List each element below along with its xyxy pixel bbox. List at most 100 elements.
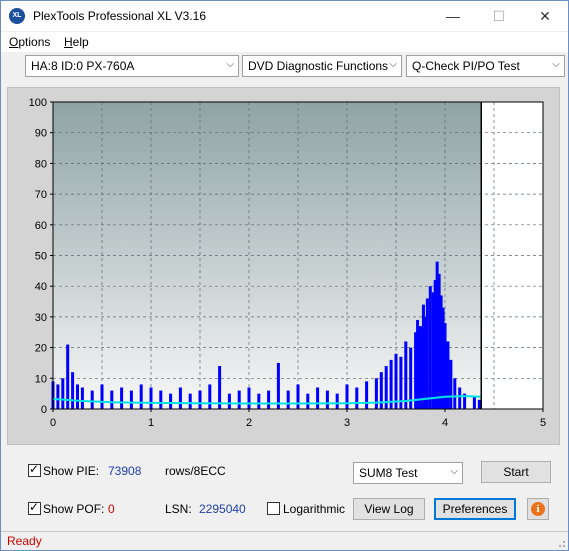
title-bar: XL PlexTools Professional XL V3.16 — ☐ ✕ [1,1,568,31]
pie-bar [178,387,182,409]
toolbar: HA:8 ID:0 PX-760A ⌵ DVD Diagnostic Funct… [1,52,568,81]
show-pie-checkbox[interactable] [28,462,41,477]
pie-bar [257,393,261,409]
pie-bar [267,390,271,409]
window-title: PlexTools Professional XL V3.16 [33,9,206,23]
pie-bar [306,393,310,409]
pie-bar [379,372,383,409]
close-button[interactable]: ✕ [522,1,568,31]
pie-bar [355,387,359,409]
sum-test-select[interactable]: SUM8 Test ⌵ [353,462,463,484]
pie-bar [188,393,192,409]
x-tick-label: 3 [344,417,350,429]
y-tick-label: 20 [35,343,47,355]
y-tick-label: 50 [35,251,47,263]
y-tick-label: 70 [35,189,47,201]
lsn-label: LSN: [165,502,192,516]
pie-bar [477,399,481,409]
pie-bar [129,390,133,409]
chevron-down-icon: ⌵ [552,59,560,70]
menu-help[interactable]: Help [64,35,89,49]
pie-bar [416,319,420,409]
show-pof-checkbox[interactable] [28,500,41,515]
pie-bar [425,298,429,409]
show-pof-label: Show POF: [43,502,105,516]
function-select[interactable]: DVD Diagnostic Functions ⌵ [242,55,402,77]
app-window: XL PlexTools Professional XL V3.16 — ☐ ✕… [0,0,569,551]
pie-bar [120,387,124,409]
pie-bar [71,372,75,409]
pie-bar [208,384,212,409]
x-tick-label: 5 [540,417,546,429]
test-select[interactable]: Q-Check PI/PO Test ⌵ [406,55,565,77]
chevron-down-icon: ⌵ [226,59,234,70]
pie-bar [449,359,453,409]
x-tick-label: 0 [50,417,56,429]
info-icon: i [531,502,545,516]
chevron-down-icon: ⌵ [450,466,458,477]
info-button[interactable]: i [527,498,549,520]
show-pie-label: Show PIE: [43,464,100,478]
sum-test-value: SUM8 Test [359,466,418,480]
pie-bar [149,387,153,409]
pie-bar [169,393,173,409]
status-bar: Ready [1,531,568,550]
pie-bar [335,393,339,409]
chart-panel: 0 10 20 30 40 50 60 70 80 90 100 0 1 2 3 4 5 [7,87,560,445]
y-tick-label: 40 [35,281,47,293]
pie-bar [90,390,94,409]
lsn-value: 2295040 [199,502,246,516]
y-tick-label: 90 [35,128,47,140]
logarithmic-label: Logarithmic [283,502,346,516]
pie-bar [325,390,329,409]
y-tick-label: 10 [35,373,47,385]
pie-bar [276,362,280,409]
pie-bar [316,387,320,409]
x-tick-label: 4 [442,417,448,429]
pie-bar [404,341,408,409]
pof-value: 0 [108,502,115,516]
pie-bar [110,390,114,409]
minimize-button[interactable]: — [430,1,476,31]
drive-select-value: HA:8 ID:0 PX-760A [31,59,135,73]
function-select-value: DVD Diagnostic Functions [248,59,389,73]
menu-options[interactable]: Options [9,35,50,49]
pie-bar [198,390,202,409]
preferences-button[interactable]: Preferences [434,498,516,520]
pie-value: 73908 [108,464,142,478]
pie-unit: rows/8ECC [165,464,226,478]
menu-bar: Options Help [1,32,568,52]
pie-bar [247,387,251,409]
pie-bar [237,390,241,409]
pie-bar [472,396,476,409]
test-select-value: Q-Check PI/PO Test [412,59,520,73]
pie-bar [139,384,143,409]
pie-bar [286,390,290,409]
y-tick-label: 100 [29,97,47,109]
pie-bar [76,384,79,409]
pie-bar [365,381,369,409]
pie-bar [227,393,231,409]
status-text: Ready [7,534,42,548]
pie-bar [419,326,422,409]
x-tick-label: 1 [148,417,154,429]
pie-bar [374,378,378,409]
resize-grip-icon[interactable] [556,538,566,548]
x-tick-label: 2 [246,417,252,429]
view-log-button[interactable]: View Log [353,498,425,520]
pie-bar [428,286,432,409]
pie-bar [458,387,462,409]
pie-bar [453,378,457,409]
chevron-down-icon: ⌵ [389,59,397,70]
start-button[interactable]: Start [481,461,551,483]
pie-bar [100,384,104,409]
y-tick-label: 0 [41,404,47,416]
maximize-button[interactable]: ☐ [476,1,522,31]
app-logo-icon: XL [9,8,25,24]
drive-select[interactable]: HA:8 ID:0 PX-760A ⌵ [25,55,239,77]
pie-bar [56,384,60,409]
pi-po-chart: 0 10 20 30 40 50 60 70 80 90 100 0 1 2 3 4 5 [29,97,546,429]
y-tick-label: 80 [35,158,47,170]
logarithmic-checkbox[interactable] [267,502,280,515]
pie-bar [345,384,349,409]
